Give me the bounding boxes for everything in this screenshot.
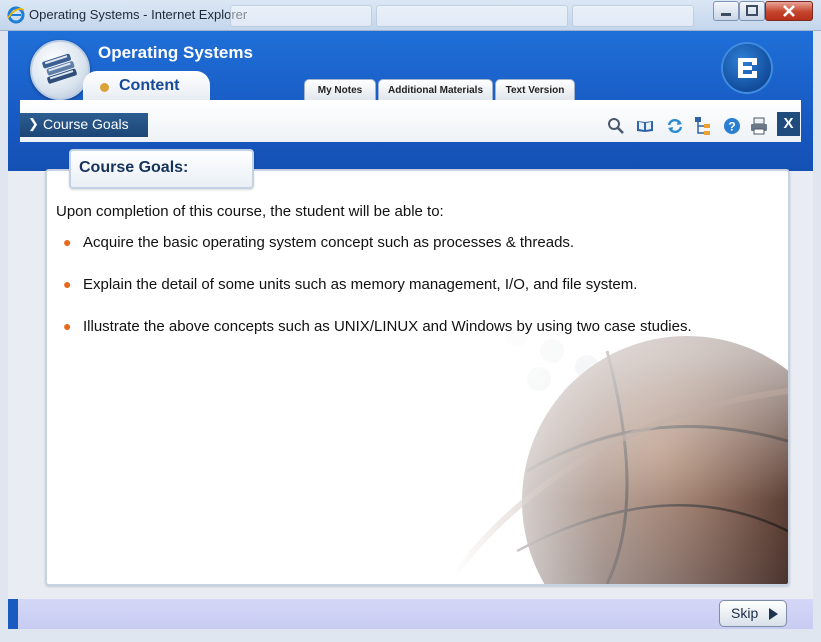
tab-content-label: Content [119,77,180,94]
course-title: Operating Systems [98,43,253,62]
course-footer [8,599,813,629]
minimize-icon [721,13,731,16]
window-titlebar: Operating Systems - Internet Explorer [0,0,821,31]
course-toolbar: ❯ Course Goals ? X [20,100,801,142]
minimize-button[interactable] [713,1,739,21]
close-course-button[interactable]: X [777,112,800,136]
tab-my-notes[interactable]: My Notes [304,79,376,101]
section-heading-tab: Course Goals: [69,149,254,189]
course-app: Operating Systems Content My Notes Addit… [8,31,813,629]
book-icon[interactable] [635,116,655,136]
bullet-icon: ● [63,276,72,292]
bullet-icon: ● [63,234,72,250]
refresh-icon[interactable] [665,116,685,136]
close-icon [783,5,795,17]
sitemap-icon[interactable] [693,116,713,136]
goal-text: Explain the detail of some units such as… [83,276,638,293]
brand-e-logo-icon [723,44,771,92]
content-panel [45,169,790,586]
search-icon[interactable] [606,116,626,136]
skip-label: Skip [731,605,759,621]
svg-text:?: ? [728,120,735,134]
bullet-icon: ● [63,318,72,334]
intro-text: Upon completion of this course, the stud… [56,203,444,220]
tab-text-version[interactable]: Text Version [495,79,575,101]
section-heading: Course Goals: [79,159,189,176]
skip-button[interactable]: Skip [719,600,787,627]
chevron-right-icon: ❯ [28,116,39,131]
footer-accent [8,599,18,629]
play-arrow-icon [769,608,778,620]
tab-content[interactable]: Content [83,71,210,101]
maximize-icon [746,5,758,16]
close-window-button[interactable] [765,1,813,21]
breadcrumb[interactable]: ❯ Course Goals [20,113,148,137]
help-icon[interactable]: ? [722,116,742,136]
goal-text: Acquire the basic operating system conce… [83,234,575,251]
basketball-background-image [47,171,788,584]
breadcrumb-label: Course Goals [43,116,129,132]
goal-text: Illustrate the above concepts such as UN… [83,318,692,335]
window-title: Operating Systems - Internet Explorer [29,7,248,22]
books-logo-icon [30,40,90,100]
tab-additional-materials[interactable]: Additional Materials [378,79,493,101]
active-dot-icon [100,83,109,92]
internet-explorer-icon [7,6,25,24]
maximize-button[interactable] [739,1,765,21]
print-icon[interactable] [749,116,769,136]
background-taskbar-tabs [230,3,700,27]
